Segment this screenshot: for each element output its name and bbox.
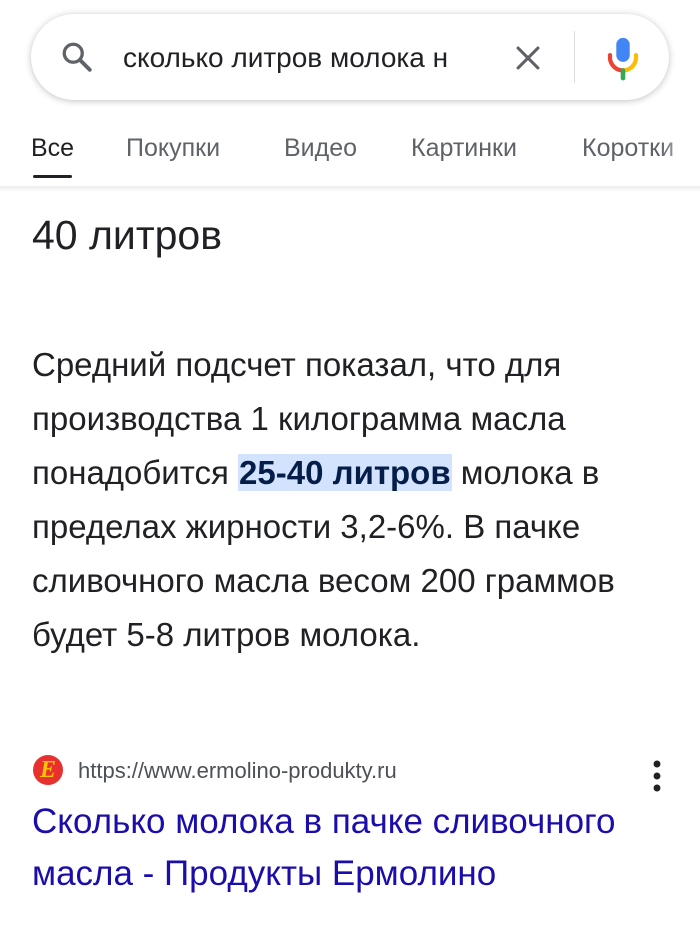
answer-snippet: Средний подсчет показал, что для произво… <box>32 338 680 662</box>
search-input[interactable]: сколько литров молока н <box>123 41 511 75</box>
search-tabs: Все Покупки Видео Картинки Коротки <box>0 128 700 178</box>
tabs-fade <box>660 128 700 178</box>
search-bar[interactable]: сколько литров молока н <box>31 14 669 100</box>
source-url[interactable]: https://www.ermolino-produkty.ru <box>78 757 397 785</box>
close-icon[interactable] <box>511 41 545 75</box>
tabs-shadow <box>0 186 700 192</box>
tab-label: Все <box>31 134 75 162</box>
snippet-highlight: 25-40 литров <box>238 454 452 491</box>
tab-label: Покупки <box>126 134 221 162</box>
search-results-page: сколько литров молока н Все Покупки Виде… <box>0 0 700 951</box>
microphone-icon[interactable] <box>603 35 643 81</box>
search-icon[interactable] <box>59 39 95 75</box>
answer-title: 40 литров <box>32 212 222 258</box>
tab-all[interactable]: Все <box>31 128 74 178</box>
tab-videos[interactable]: Видео <box>284 128 357 178</box>
search-bar-divider <box>574 31 575 83</box>
active-tab-indicator <box>33 175 73 178</box>
tab-label: Видео <box>284 134 358 162</box>
more-vert-icon[interactable] <box>643 758 671 794</box>
result-title-link[interactable]: Сколько молока в пачке сливочного масла … <box>32 796 672 900</box>
site-favicon-icon: Е <box>33 755 63 785</box>
tab-images[interactable]: Картинки <box>411 128 517 178</box>
tab-label: Картинки <box>411 134 517 162</box>
tab-shopping[interactable]: Покупки <box>126 128 220 178</box>
